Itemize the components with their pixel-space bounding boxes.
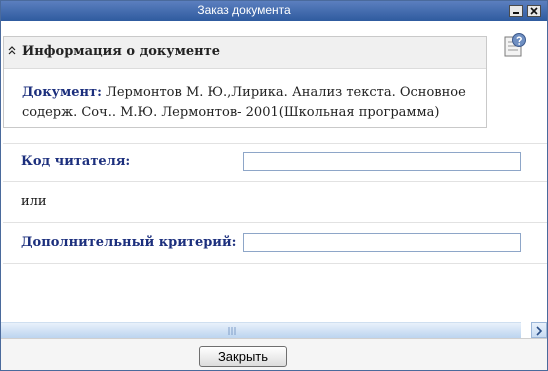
chevron-right-icon [536,326,543,336]
or-row: или [3,181,547,222]
minimize-button[interactable] [509,5,523,17]
close-window-button[interactable] [527,5,541,17]
chevron-up-icon[interactable] [8,45,16,57]
grip-icon [228,327,236,335]
window-title: Заказ документа [197,3,291,17]
or-text: или [21,194,47,209]
dialog-footer: Закрыть [1,338,547,370]
document-label: Документ: [22,85,102,100]
document-description: Документ: Лермонтов М. Ю.,Лирика. Анализ… [22,83,477,123]
close-button[interactable]: Закрыть [199,346,287,367]
document-info-title: Информация о документе [22,44,221,59]
title-bar[interactable]: Заказ документа [1,1,547,21]
document-info-header[interactable]: Информация о документе [4,37,486,69]
scrollbar-thumb[interactable] [1,322,521,339]
additional-criterion-label: Дополнительный критерий: [21,235,237,250]
help-document-icon[interactable] [503,32,527,58]
close-icon [530,7,538,15]
scroll-right-button[interactable] [531,322,547,338]
additional-criterion-row: Дополнительный критерий: [3,222,547,263]
reader-code-row: Код читателя: [3,143,547,181]
horizontal-scrollbar[interactable] [1,322,547,339]
reader-code-label: Код читателя: [21,154,131,169]
document-info-panel: Информация о документе Документ: Лермонт… [3,36,487,128]
reader-code-input[interactable] [243,152,521,171]
empty-row [3,263,547,322]
order-document-window: Заказ документа Информация о документе Д… [0,0,548,371]
additional-criterion-input[interactable] [243,233,521,252]
minimize-icon [513,12,519,14]
